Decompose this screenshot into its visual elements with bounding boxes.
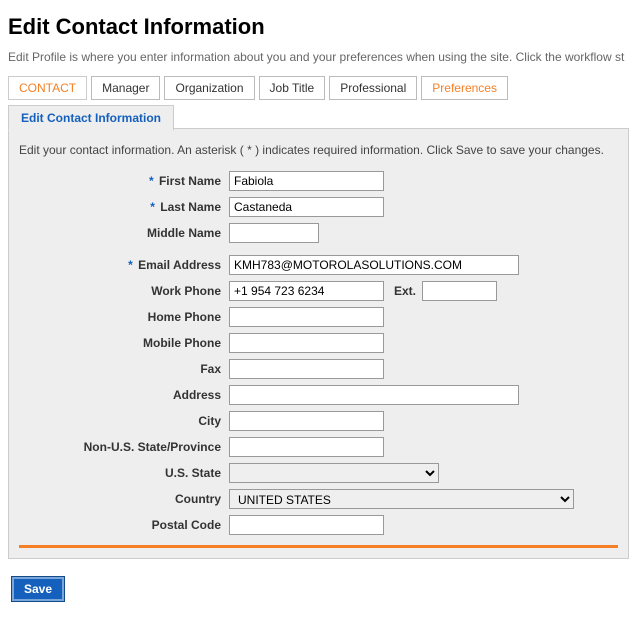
non-us-state-input[interactable] — [229, 437, 384, 457]
email-input[interactable] — [229, 255, 519, 275]
tab-job-title[interactable]: Job Title — [259, 76, 326, 100]
save-button[interactable]: Save — [12, 577, 64, 601]
label-first-name: * First Name — [19, 174, 229, 188]
label-middle-name: Middle Name — [19, 226, 229, 240]
label-work-phone: Work Phone — [19, 284, 229, 298]
page-intro: Edit Profile is where you enter informat… — [8, 50, 629, 64]
ext-input[interactable] — [422, 281, 497, 301]
tab-organization[interactable]: Organization — [164, 76, 254, 100]
label-mobile-phone: Mobile Phone — [19, 336, 229, 350]
work-phone-input[interactable] — [229, 281, 384, 301]
postal-code-input[interactable] — [229, 515, 384, 535]
tab-manager[interactable]: Manager — [91, 76, 160, 100]
label-country: Country — [19, 492, 229, 506]
label-email: * Email Address — [19, 258, 229, 272]
home-phone-input[interactable] — [229, 307, 384, 327]
label-ext: Ext. — [394, 284, 416, 298]
inner-tab-edit-contact[interactable]: Edit Contact Information — [8, 105, 174, 131]
label-fax: Fax — [19, 362, 229, 376]
tab-professional[interactable]: Professional — [329, 76, 417, 100]
country-select[interactable]: UNITED STATES — [229, 489, 574, 509]
label-postal-code: Postal Code — [19, 518, 229, 532]
tab-contact[interactable]: CONTACT — [8, 76, 87, 100]
panel-description: Edit your contact information. An asteri… — [19, 143, 618, 157]
middle-name-input[interactable] — [229, 223, 319, 243]
label-last-name: * Last Name — [19, 200, 229, 214]
us-state-select[interactable] — [229, 463, 439, 483]
city-input[interactable] — [229, 411, 384, 431]
contact-panel: Edit Contact Information Edit your conta… — [8, 128, 629, 559]
required-mark-icon: * — [149, 174, 154, 188]
last-name-input[interactable] — [229, 197, 384, 217]
page-title: Edit Contact Information — [8, 14, 629, 40]
fax-input[interactable] — [229, 359, 384, 379]
label-city: City — [19, 414, 229, 428]
label-address: Address — [19, 388, 229, 402]
label-us-state: U.S. State — [19, 466, 229, 480]
first-name-input[interactable] — [229, 171, 384, 191]
tab-preferences[interactable]: Preferences — [421, 76, 508, 100]
address-input[interactable] — [229, 385, 519, 405]
mobile-phone-input[interactable] — [229, 333, 384, 353]
required-mark-icon: * — [128, 258, 133, 272]
required-mark-icon: * — [150, 200, 155, 214]
label-home-phone: Home Phone — [19, 310, 229, 324]
outer-tabs: CONTACT Manager Organization Job Title P… — [8, 76, 629, 100]
label-non-us-state: Non-U.S. State/Province — [19, 440, 229, 454]
panel-divider — [19, 545, 618, 548]
